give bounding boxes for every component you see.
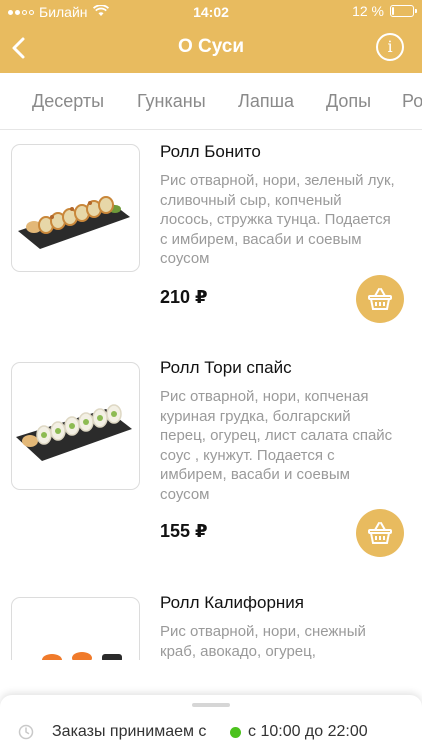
clock-icon [18,724,34,740]
product-list: Ролл Бонито Рис отварной, нори, зеленый … [0,130,422,660]
product-description: Рис отварной, нори, зеленый лук, сливочн… [160,172,395,267]
product-image [11,597,140,660]
tab-rolls[interactable]: Ро [402,91,422,112]
hours-label: Заказы принимаем с [52,723,207,740]
info-button[interactable]: i [376,33,404,61]
product-image [11,362,140,490]
add-to-cart-button[interactable] [356,275,404,323]
product-description: Рис отварной, нори, копченая куриная гру… [160,388,393,503]
product-price: 155 ₽ [160,521,208,541]
product-image [11,144,140,272]
status-bar: Билайн 14:02 12 % [0,0,422,24]
top-bar: Билайн 14:02 12 % О Суси i [0,0,422,73]
tab-noodles[interactable]: Лапша [238,91,294,112]
app-header: О Суси i [0,24,422,73]
tab-desserts[interactable]: Десерты [32,91,104,112]
basket-icon [368,522,392,544]
battery-icon [390,5,417,17]
product-price: 210 ₽ [160,287,208,307]
category-tabs: Десерты Гунканы Лапша Допы Ро [0,73,422,130]
hours-range: с 10:00 до 22:00 [248,723,368,740]
info-icon: i [387,37,393,56]
working-hours-bar[interactable]: Заказы принимаем с с 10:00 до 22:00 [0,695,422,750]
tab-extras[interactable]: Допы [326,91,371,112]
open-status-indicator [230,727,241,738]
product-description: Рис отварной, нори, снежный краб, авокад… [160,623,366,660]
page-title: О Суси [177,36,245,57]
basket-icon [368,288,392,310]
add-to-cart-button[interactable] [356,509,404,557]
product-name: Ролл Бонито [160,142,261,161]
product-name: Ролл Калифорния [160,593,304,612]
product-name: Ролл Тори спайс [160,358,292,377]
tab-gunkans[interactable]: Гунканы [137,91,206,112]
sheet-handle[interactable] [192,703,230,707]
battery-text: 12 % [352,3,384,19]
